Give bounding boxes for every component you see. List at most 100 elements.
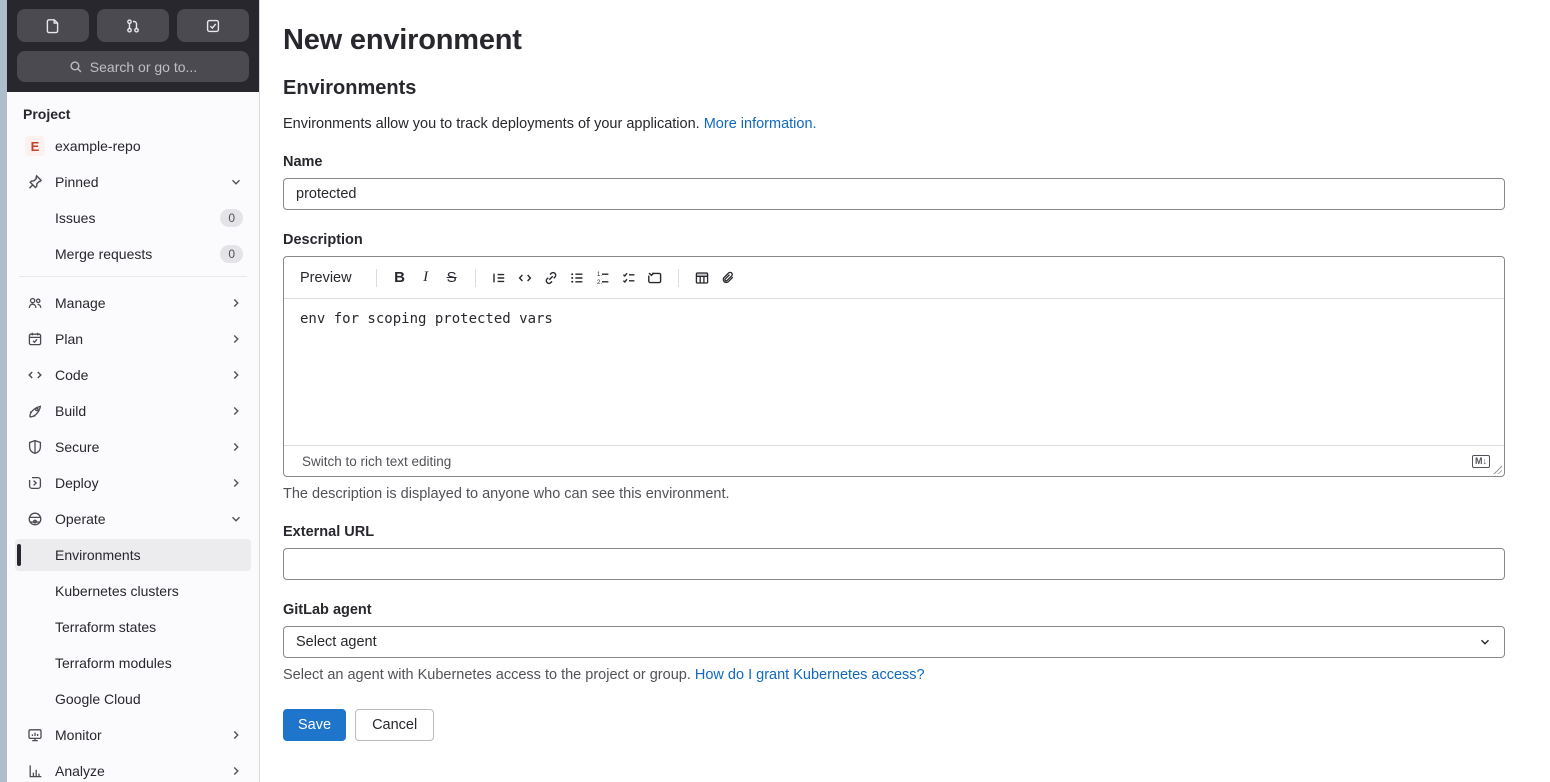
sidebar-item-operate[interactable]: Operate <box>15 503 251 535</box>
task-list-icon <box>621 270 637 286</box>
sidebar-item-label: Deploy <box>55 475 99 491</box>
chevron-right-icon <box>229 764 243 778</box>
sidebar-item-kubernetes-clusters[interactable]: Kubernetes clusters <box>15 575 251 607</box>
sidebar-item-label: Issues <box>55 210 96 226</box>
page-title: New environment <box>283 24 522 56</box>
sidebar-header: Search or go to... <box>7 0 259 92</box>
link-button[interactable] <box>538 265 564 291</box>
chevron-right-icon <box>229 296 243 310</box>
project-avatar: E <box>25 136 45 156</box>
sidebar-item-issues[interactable]: Issues 0 <box>15 202 251 234</box>
issue-document-icon <box>45 18 61 34</box>
numbered-list-button[interactable]: 1. 2. <box>590 265 616 291</box>
calendar-icon <box>27 331 43 347</box>
italic-button[interactable]: I <box>413 265 439 291</box>
sidebar-item-environments[interactable]: Environments <box>15 539 251 571</box>
code-icon <box>517 270 533 286</box>
description-field-group: Description Preview B I S 1. 2. env for … <box>283 232 1505 502</box>
chevron-down-icon <box>229 175 243 189</box>
main-content: New environment Environments Environment… <box>260 0 1550 782</box>
section-title: Environments <box>283 77 417 99</box>
sidebar-item-merge-requests[interactable]: Merge requests 0 <box>15 238 251 270</box>
bold-button[interactable]: B <box>387 265 413 291</box>
quote-button[interactable] <box>486 265 512 291</box>
window-edge-strip <box>0 0 7 782</box>
chevron-right-icon <box>229 368 243 382</box>
collapsible-section-button[interactable] <box>642 265 668 291</box>
chevron-right-icon <box>229 404 243 418</box>
sidebar-item-manage[interactable]: Manage <box>15 287 251 319</box>
sidebar-item-analyze[interactable]: Analyze <box>15 755 251 782</box>
bullet-list-icon <box>569 270 585 286</box>
sidebar-item-label: Code <box>55 367 89 383</box>
chevron-right-icon <box>229 728 243 742</box>
left-sidebar: Search or go to... Project E example-rep… <box>7 0 260 782</box>
sidebar-item-label: Pinned <box>55 174 99 190</box>
sidebar-nav: Project E example-repo Pinned Issues 0 M… <box>7 92 259 782</box>
toolbar-divider <box>474 268 476 287</box>
collapsible-section-icon <box>647 270 663 286</box>
agent-select[interactable]: Select agent <box>283 626 1505 658</box>
sidebar-item-terraform-modules[interactable]: Terraform modules <box>15 647 251 679</box>
switch-rich-text-link[interactable]: Switch to rich text editing <box>302 454 451 469</box>
sidebar-item-label: Build <box>55 403 87 419</box>
svg-text:1.: 1. <box>597 272 602 278</box>
sidebar-item-label: Plan <box>55 331 84 347</box>
search-input[interactable]: Search or go to... <box>17 51 249 82</box>
sidebar-item-secure[interactable]: Secure <box>15 431 251 463</box>
globe-icon <box>27 511 43 527</box>
agent-select-value: Select agent <box>296 634 377 650</box>
pin-icon <box>27 174 43 190</box>
sidebar-item-label: Secure <box>55 439 100 455</box>
sidebar-item-terraform-states[interactable]: Terraform states <box>15 611 251 643</box>
todo-shortcut-button[interactable] <box>177 9 249 42</box>
sidebar-item-label: Manage <box>55 295 106 311</box>
code-button[interactable] <box>512 265 538 291</box>
markdown-editor-footer: Switch to rich text editing M↓ <box>284 445 1504 476</box>
bullet-list-button[interactable] <box>564 265 590 291</box>
sidebar-item-build[interactable]: Build <box>15 395 251 427</box>
sidebar-item-deploy[interactable]: Deploy <box>15 467 251 499</box>
name-input[interactable] <box>283 178 1505 210</box>
sidebar-item-monitor[interactable]: Monitor <box>15 719 251 751</box>
search-placeholder: Search or go to... <box>89 58 198 75</box>
preview-tab[interactable]: Preview <box>300 270 352 286</box>
strikethrough-button[interactable]: S <box>439 265 465 291</box>
sidebar-item-label: Kubernetes clusters <box>55 583 179 599</box>
gitlab-agent-field-group: GitLab agent Select agent Select an agen… <box>283 602 1505 683</box>
merge-requests-shortcut-button[interactable] <box>97 9 169 42</box>
agent-help-text: Select an agent with Kubernetes access t… <box>283 667 1505 683</box>
name-field-group: Name <box>283 154 1505 210</box>
description-textarea[interactable]: env for scoping protected vars <box>284 299 1504 445</box>
table-button[interactable] <box>689 265 715 291</box>
kubernetes-access-link[interactable]: How do I grant Kubernetes access? <box>695 667 925 683</box>
sidebar-item-code[interactable]: Code <box>15 359 251 391</box>
save-button[interactable]: Save <box>283 709 347 741</box>
attach-file-button[interactable] <box>715 265 741 291</box>
sidebar-item-google-cloud[interactable]: Google Cloud <box>15 683 251 715</box>
task-list-button[interactable] <box>616 265 642 291</box>
external-url-input[interactable] <box>283 548 1505 580</box>
code-icon <box>27 367 43 383</box>
chevron-right-icon <box>229 476 243 490</box>
svg-text:2.: 2. <box>597 279 602 285</box>
numbered-list-icon: 1. 2. <box>595 270 611 286</box>
deploy-icon <box>27 475 43 491</box>
sidebar-item-project[interactable]: E example-repo <box>15 130 251 162</box>
sidebar-item-label: Operate <box>55 511 106 527</box>
project-name: example-repo <box>55 138 141 154</box>
issues-shortcut-button[interactable] <box>17 9 89 42</box>
link-icon <box>543 270 559 286</box>
sidebar-item-label: Google Cloud <box>55 691 141 707</box>
active-item-indicator <box>17 544 21 566</box>
search-icon <box>69 60 83 74</box>
sidebar-item-pinned[interactable]: Pinned <box>15 166 251 198</box>
cancel-button[interactable]: Cancel <box>355 709 435 741</box>
external-url-field-group: External URL <box>283 524 1505 580</box>
quote-icon <box>491 270 507 286</box>
intro-text: Environments allow you to track deployme… <box>283 116 704 132</box>
sidebar-item-label: Monitor <box>55 727 102 743</box>
more-information-link[interactable]: More information. <box>704 116 817 132</box>
gitlab-agent-label: GitLab agent <box>283 602 372 618</box>
sidebar-item-plan[interactable]: Plan <box>15 323 251 355</box>
